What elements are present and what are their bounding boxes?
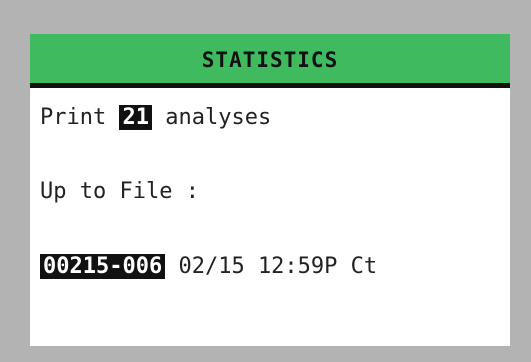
analyses-label: analyses — [165, 105, 272, 130]
print-analyses-line: Print 21 analyses — [40, 104, 271, 132]
file-line: 00215-006 02/15 12:59P Ct — [40, 253, 377, 281]
print-label: Print — [40, 105, 107, 130]
screen-title: STATISTICS — [201, 47, 339, 72]
file-details: 02/15 12:59P Ct — [178, 254, 378, 279]
file-id-field[interactable]: 00215-006 — [40, 254, 166, 279]
display-screen: STATISTICS Print 21 analyses Up to File … — [30, 34, 510, 346]
title-bar: STATISTICS — [30, 34, 510, 88]
analyses-count-field[interactable]: 21 — [119, 105, 152, 130]
up-to-file-label: Up to File : — [40, 179, 199, 204]
